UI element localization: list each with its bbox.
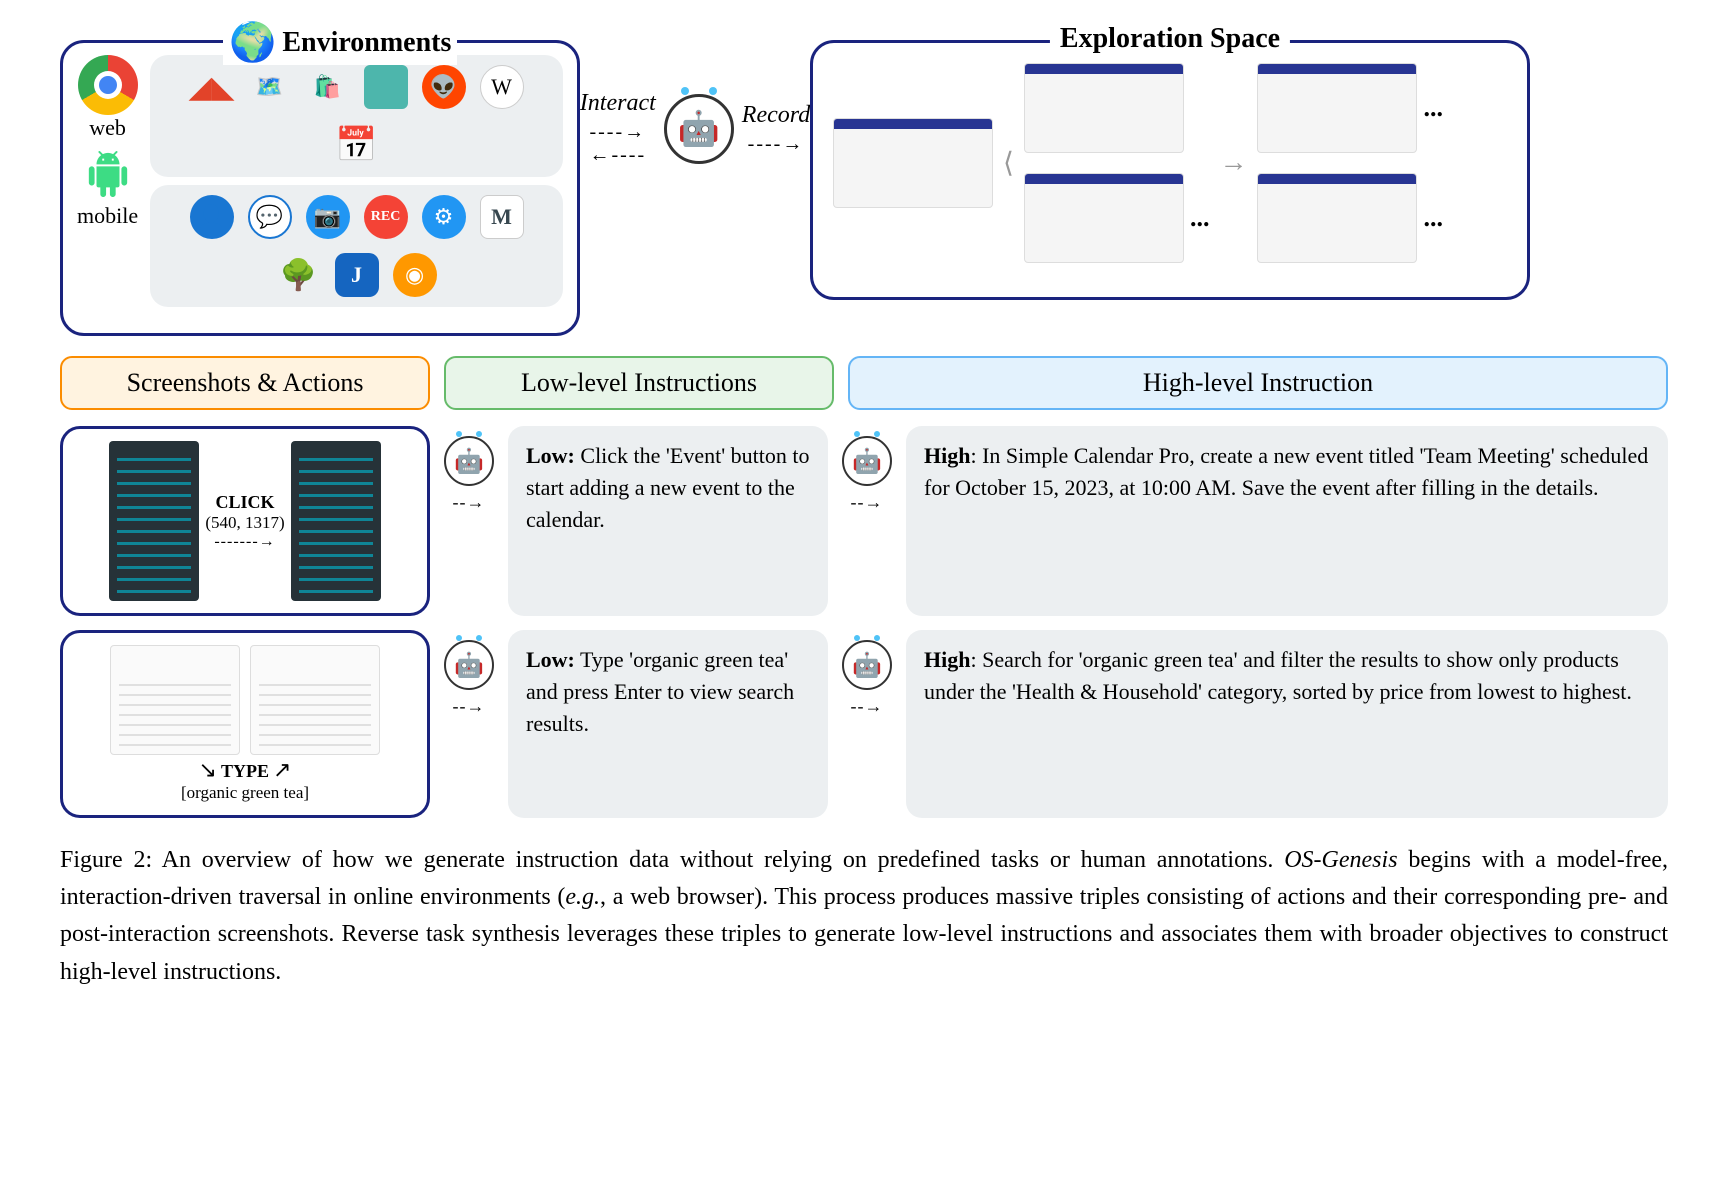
dashed-arrow-right-2: ----→ bbox=[742, 133, 810, 156]
phone-screenshot-before bbox=[109, 441, 199, 601]
figure-caption: Figure 2: An overview of how we generate… bbox=[60, 842, 1668, 991]
low-label: Low: bbox=[526, 647, 575, 672]
environments-icon-grid: ◢◣ 🗺️ 🛍️ 👽 W 📅 👤 💬 📷 REC ⚙ M 🌳 J bbox=[150, 55, 563, 315]
tree-icon: 🌳 bbox=[277, 253, 321, 297]
dashed-arrow-right: ----→ bbox=[580, 121, 656, 144]
dashed-arrow-left: ←---- bbox=[580, 144, 656, 167]
section-low-level: Low-level Instructions bbox=[444, 356, 834, 410]
figure-diagram: 🌍 Environments web mobile ◢◣ 🗺️ bbox=[60, 40, 1668, 991]
contacts-icon: 👤 bbox=[190, 195, 234, 239]
screenshot-thumbnail bbox=[1257, 173, 1417, 263]
low-instruction-box: Low: Click the 'Event' button to start a… bbox=[508, 426, 828, 616]
gitlab-icon: ◢◣ bbox=[190, 65, 234, 109]
screenshot-thumbnail bbox=[833, 118, 993, 208]
joplin-icon: J bbox=[335, 253, 379, 297]
wikipedia-icon: W bbox=[480, 65, 524, 109]
recorder-icon: REC bbox=[364, 195, 408, 239]
high-instruction-box: High: In Simple Calendar Pro, create a n… bbox=[906, 426, 1668, 616]
web-apps-row: ◢◣ 🗺️ 🛍️ 👽 W 📅 bbox=[150, 55, 563, 177]
top-row: 🌍 Environments web mobile ◢◣ 🗺️ bbox=[60, 40, 1668, 336]
environments-title: 🌍 Environments bbox=[223, 21, 457, 65]
high-instruction-box: High: Search for 'organic green tea' and… bbox=[906, 630, 1668, 818]
action-name: TYPE bbox=[221, 761, 269, 781]
screenshot-thumbnail bbox=[1257, 63, 1417, 153]
web-screenshot-before bbox=[110, 645, 240, 755]
example-row: ↘ TYPE ↗ [organic green tea] 🤖 --→ Low: … bbox=[60, 630, 1668, 818]
high-text: : In Simple Calendar Pro, create a new e… bbox=[924, 443, 1648, 500]
maps-icon: 🗺️ bbox=[248, 65, 292, 109]
action-name: CLICK bbox=[205, 492, 284, 513]
high-label: High bbox=[924, 443, 970, 468]
robot-icon: 🤖 bbox=[842, 640, 892, 690]
environments-left-column: web mobile bbox=[77, 55, 138, 315]
curved-arrow-icon: ↗ bbox=[273, 757, 291, 782]
section-labels-row: Screenshots & Actions Low-level Instruct… bbox=[60, 356, 1668, 410]
interact-label: Interact bbox=[580, 90, 656, 117]
high-label: High bbox=[924, 647, 970, 672]
camera-icon: 📷 bbox=[306, 195, 350, 239]
chrome-icon bbox=[78, 55, 138, 115]
exploration-space-box: Exploration Space ⟨ ... → ... bbox=[810, 40, 1530, 300]
action-args: [organic green tea] bbox=[181, 783, 309, 803]
web-env-item: web bbox=[78, 55, 138, 141]
screenshot-thumbnail bbox=[1024, 173, 1184, 263]
phone-screenshot-after bbox=[291, 441, 381, 601]
ellipsis-icon: ... bbox=[1423, 93, 1443, 123]
web-label: web bbox=[89, 115, 126, 141]
calendar-icon: 📅 bbox=[335, 123, 379, 167]
section-high-level: High-level Instruction bbox=[848, 356, 1668, 410]
messages-icon: 💬 bbox=[248, 195, 292, 239]
shopping-icon: 🛍️ bbox=[306, 65, 350, 109]
mobile-label: mobile bbox=[77, 203, 138, 229]
record-label: Record bbox=[742, 102, 810, 129]
dashed-arrow-icon: --→ bbox=[851, 696, 884, 717]
exploration-graph: ⟨ ... → ... ... bbox=[833, 63, 1507, 263]
action-args: (540, 1317) bbox=[205, 513, 284, 533]
caption-italic-eg: e.g. bbox=[565, 884, 600, 910]
transform-arrow: 🤖 --→ bbox=[842, 426, 892, 616]
mobile-apps-row: 👤 💬 📷 REC ⚙ M 🌳 J ◉ bbox=[150, 185, 563, 307]
web-screenshot-after bbox=[250, 645, 380, 755]
osmand-icon: ◉ bbox=[393, 253, 437, 297]
environments-title-text: Environments bbox=[282, 27, 451, 59]
mobile-env-item: mobile bbox=[77, 145, 138, 229]
high-text: : Search for 'organic green tea' and fil… bbox=[924, 647, 1632, 704]
exploration-title: Exploration Space bbox=[1050, 23, 1290, 55]
robot-icon: 🤖 bbox=[842, 436, 892, 486]
environments-box: 🌍 Environments web mobile ◢◣ 🗺️ bbox=[60, 40, 580, 336]
ellipsis-icon: ... bbox=[1190, 203, 1210, 233]
screenshot-thumbnail bbox=[1024, 63, 1184, 153]
interact-arrows: Interact ----→ ←---- 🤖 Record ----→ bbox=[580, 90, 810, 167]
transform-arrow: 🤖 --→ bbox=[444, 630, 494, 818]
android-icon bbox=[79, 145, 137, 203]
example-row: CLICK (540, 1317) -------→ 🤖 --→ Low: Cl… bbox=[60, 426, 1668, 616]
settings-icon: ⚙ bbox=[422, 195, 466, 239]
caption-italic-osgenesis: OS-Genesis bbox=[1284, 847, 1397, 873]
dashed-arrow-icon: -------→ bbox=[205, 533, 284, 551]
chat-icon bbox=[364, 65, 408, 109]
graph-edge-icon: ⟨ bbox=[1003, 146, 1014, 180]
caption-figure-number: Figure 2: bbox=[60, 847, 152, 873]
robot-icon: 🤖 bbox=[444, 436, 494, 486]
globe-icon: 🌍 bbox=[229, 21, 276, 65]
graph-edge-icon: → bbox=[1219, 147, 1247, 179]
dashed-arrow-icon: --→ bbox=[453, 696, 486, 717]
section-screenshots-actions: Screenshots & Actions bbox=[60, 356, 430, 410]
robot-icon: 🤖 bbox=[664, 94, 734, 164]
markor-icon: M bbox=[480, 195, 524, 239]
dashed-arrow-icon: --→ bbox=[453, 492, 486, 513]
robot-icon: 🤖 bbox=[444, 640, 494, 690]
dashed-arrow-icon: --→ bbox=[851, 492, 884, 513]
transform-arrow: 🤖 --→ bbox=[842, 630, 892, 818]
reddit-icon: 👽 bbox=[422, 65, 466, 109]
screenshot-action-box: ↘ TYPE ↗ [organic green tea] bbox=[60, 630, 430, 818]
caption-text-pre: An overview of how we generate instructi… bbox=[152, 847, 1284, 873]
transform-arrow: 🤖 --→ bbox=[444, 426, 494, 616]
screenshot-action-box: CLICK (540, 1317) -------→ bbox=[60, 426, 430, 616]
low-label: Low: bbox=[526, 443, 575, 468]
curved-arrow-icon: ↘ bbox=[199, 757, 217, 782]
ellipsis-icon: ... bbox=[1423, 203, 1443, 233]
low-instruction-box: Low: Type 'organic green tea' and press … bbox=[508, 630, 828, 818]
interact-record-column: Interact ----→ ←---- 🤖 Record ----→ bbox=[590, 90, 800, 167]
